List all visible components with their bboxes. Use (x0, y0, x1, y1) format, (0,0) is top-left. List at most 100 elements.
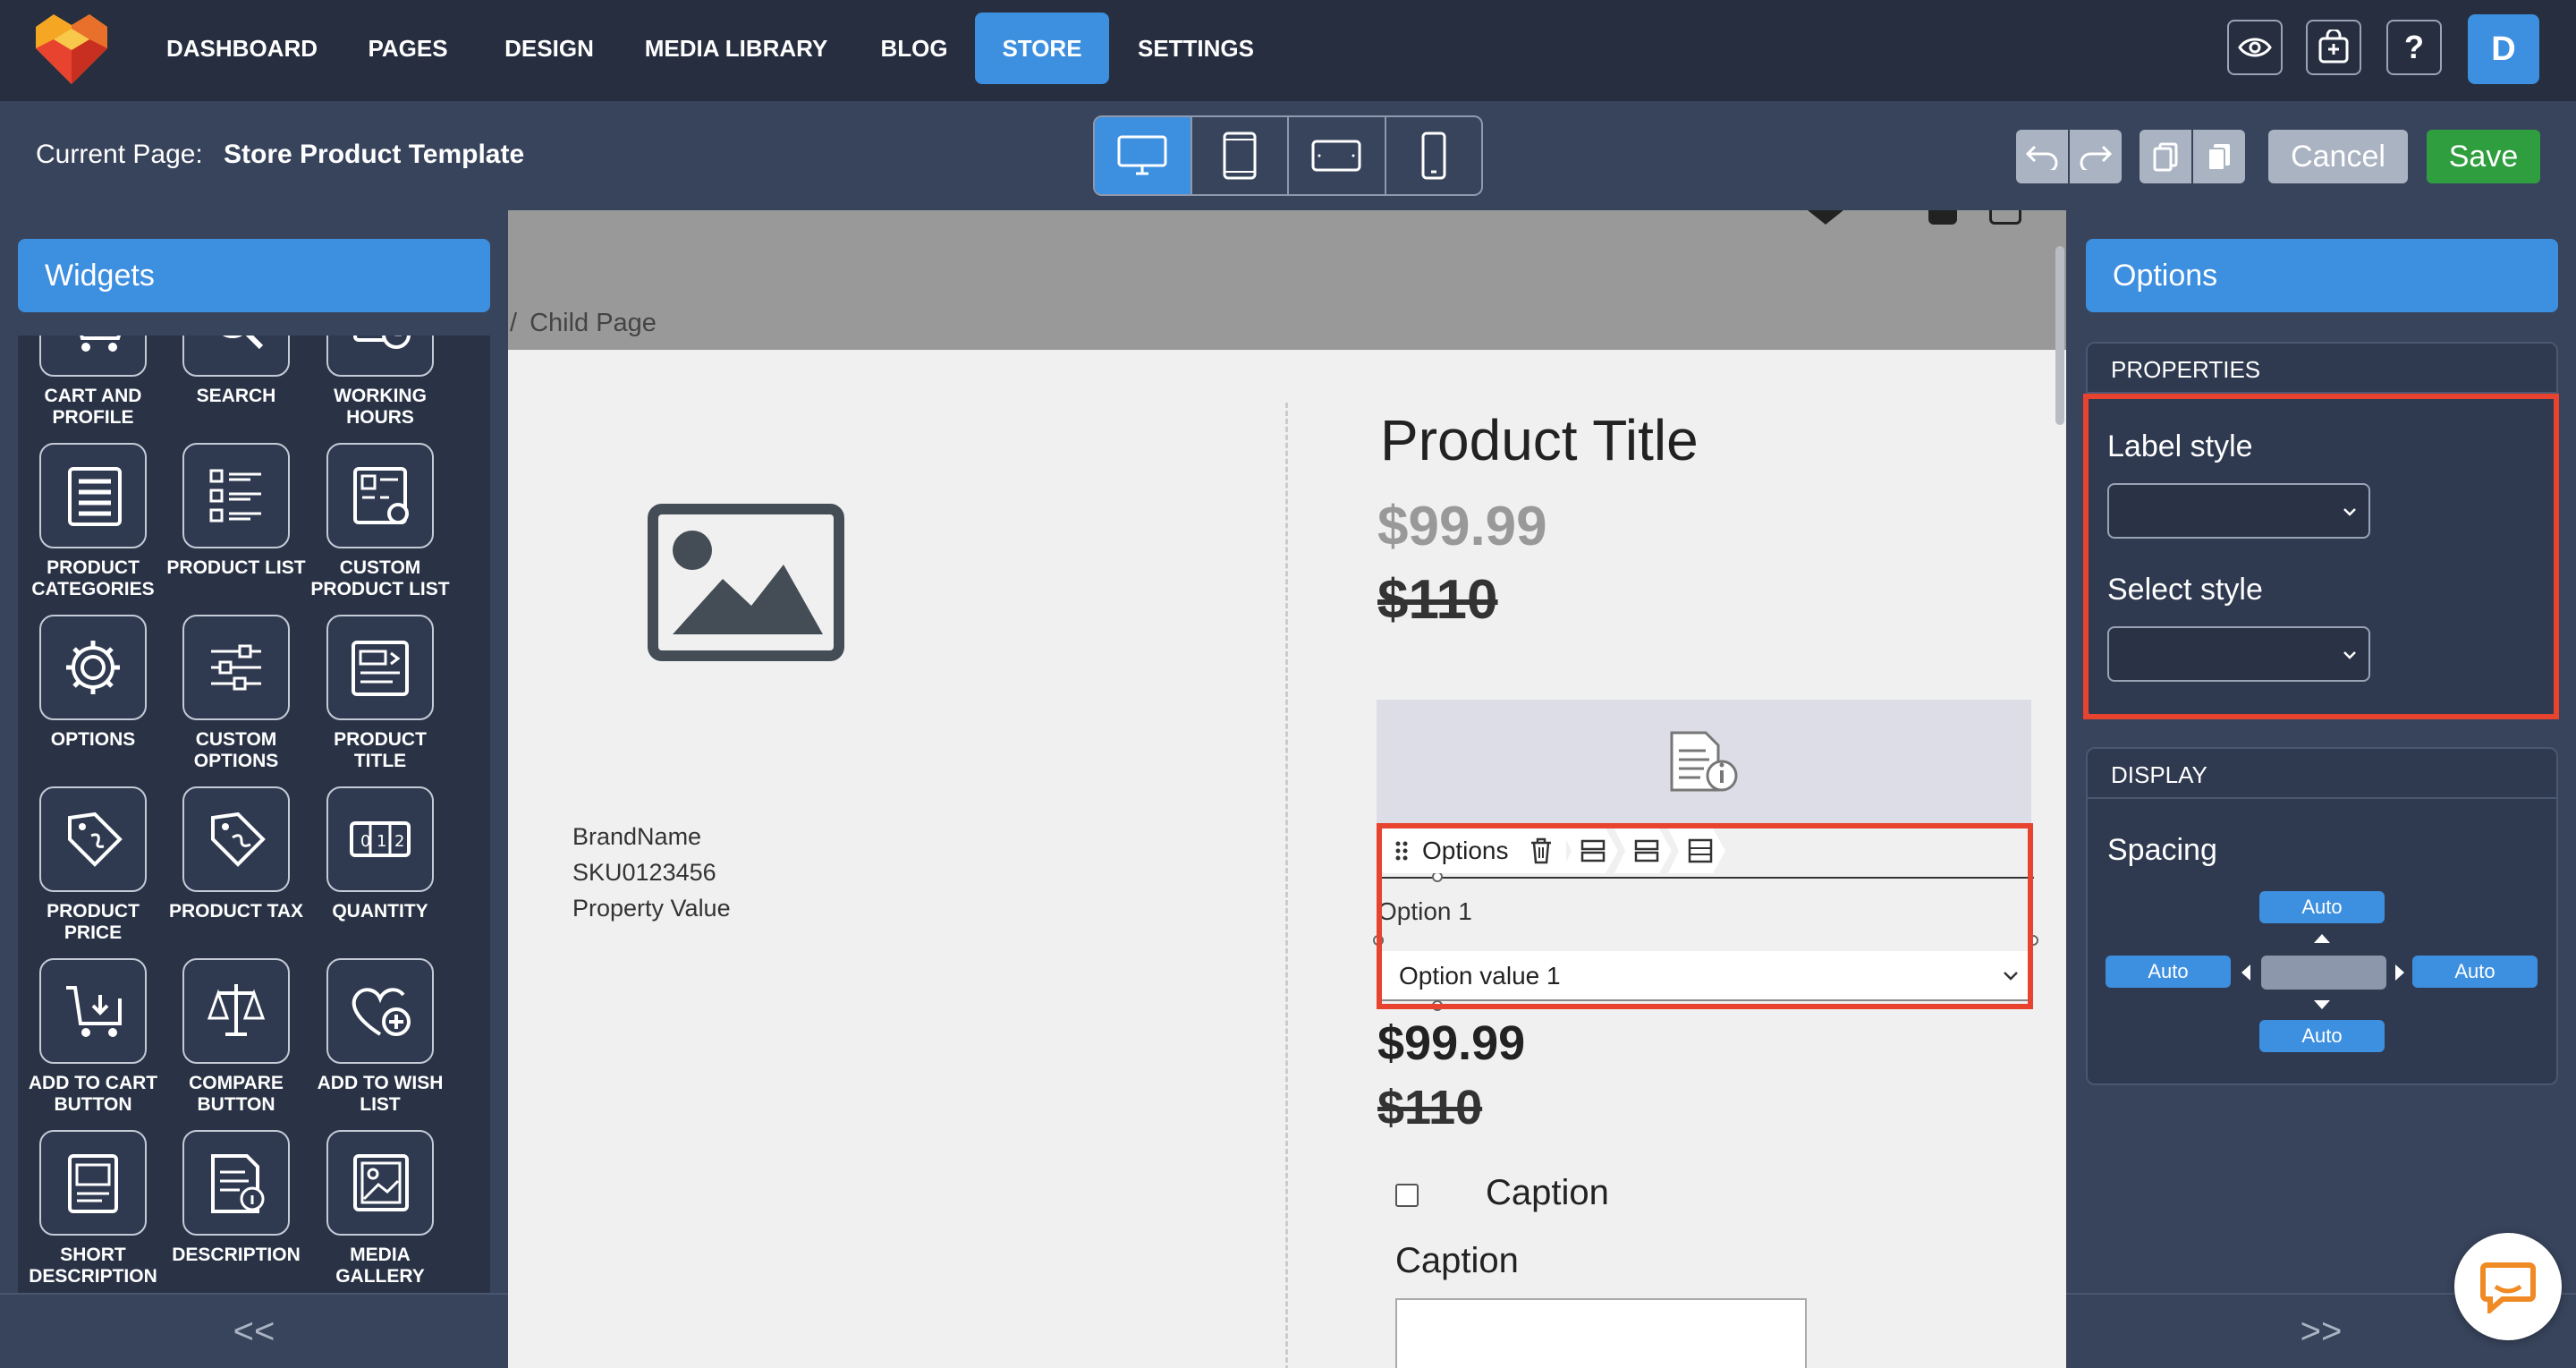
paste-icon (2207, 144, 2230, 171)
mobile-view-button[interactable] (1386, 117, 1482, 194)
widget-label: SEARCH (196, 386, 276, 406)
triangle-left-icon (2241, 964, 2250, 981)
description-widget[interactable] (1377, 700, 2031, 823)
save-button[interactable]: Save (2427, 130, 2540, 183)
clock-icon (326, 336, 434, 377)
spacing-right-input[interactable]: Auto (2412, 956, 2538, 988)
chat-button[interactable] (2454, 1233, 2562, 1340)
heart-plus-icon (326, 958, 434, 1064)
avatar[interactable]: D (2468, 14, 2539, 84)
widgets-panel: Widgets CART AND PROFILE SEARCH WORKING HO… (0, 210, 508, 1368)
cancel-button[interactable]: Cancel (2268, 130, 2408, 183)
widget-product-list[interactable]: PRODUCT LIST (165, 443, 308, 579)
widget-label: OPTIONS (50, 729, 136, 750)
image-placeholder-icon[interactable] (648, 504, 844, 661)
widget-label: ADD TO CART BUTTON (28, 1073, 158, 1115)
selected-options-widget-highlight (1377, 823, 2033, 1009)
widget-label: ADD TO WISH LIST (317, 1073, 444, 1115)
undo-icon (2025, 145, 2058, 170)
widget-cart-and-profile[interactable]: CART AND PROFILE (21, 336, 165, 429)
spacing-bottom-input[interactable]: Auto (2259, 1020, 2385, 1052)
nav-dashboard[interactable]: DASHBOARD (166, 13, 318, 84)
copy-button[interactable] (2140, 130, 2191, 183)
widget-description[interactable]: DESCRIPTION (165, 1130, 308, 1266)
redo-button[interactable] (2070, 130, 2122, 183)
widget-custom-product-list[interactable]: CUSTOM PRODUCT LIST (309, 443, 452, 600)
copy-icon (2153, 142, 2178, 172)
widget-working-hours[interactable]: WORKING HOURS (309, 336, 452, 429)
column-divider (1285, 403, 1288, 1368)
nav-pages[interactable]: PAGES (361, 13, 454, 84)
widget-product-tax[interactable]: PRODUCT TAX (165, 786, 308, 922)
brand-name: BrandName (572, 823, 702, 850)
widget-custom-options[interactable]: CUSTOM OPTIONS (165, 615, 308, 772)
canvas-scrollbar[interactable] (2055, 246, 2064, 425)
sliders-icon (182, 615, 290, 720)
product-title[interactable]: Product Title (1380, 407, 1699, 473)
widget-search[interactable]: SEARCH (165, 336, 308, 407)
logo-icon[interactable] (34, 13, 109, 86)
nav-design[interactable]: DESIGN (497, 13, 601, 84)
current-page-label: Current Page: (36, 140, 203, 169)
widget-add-to-cart-button[interactable]: ADD TO CART BUTTON (21, 958, 165, 1116)
tablet-view-button[interactable] (1192, 117, 1289, 194)
title-icon (326, 615, 434, 720)
tablet-landscape-view-button[interactable] (1289, 117, 1386, 194)
collapse-left-panel-button[interactable]: << (0, 1293, 508, 1368)
preview-eye-icon[interactable] (2227, 20, 2283, 75)
top-navigation: DASHBOARD PAGES DESIGN MEDIA LIBRARY BLO… (0, 0, 2576, 101)
spacing-top-input[interactable]: Auto (2259, 891, 2385, 923)
widget-add-to-wish-list[interactable]: ADD TO WISH LIST (309, 958, 452, 1116)
doc-info-icon (182, 1130, 290, 1236)
cart-icon (39, 336, 147, 377)
sku: SKU0123456 (572, 859, 716, 886)
desktop-view-button[interactable] (1095, 117, 1192, 194)
paste-button[interactable] (2193, 130, 2245, 183)
caption-field-label: Caption (1395, 1241, 1519, 1280)
widget-label: WORKING HOURS (334, 386, 427, 428)
widget-label: PRODUCT TITLE (334, 729, 427, 771)
canvas-header-area: / Child Page (508, 210, 2066, 350)
caption-checkbox[interactable] (1395, 1184, 1419, 1207)
widget-label: QUANTITY (332, 901, 428, 922)
spacing-left-input[interactable]: Auto (2106, 956, 2231, 988)
breadcrumb-child-page[interactable]: Child Page (530, 309, 657, 337)
widget-compare-button[interactable]: COMPARE BUTTON (165, 958, 308, 1116)
product-old-price[interactable]: $110 (1377, 568, 1498, 632)
spacing-label: Spacing (2107, 833, 2217, 867)
nav-blog[interactable]: BLOG (873, 13, 955, 84)
widget-product-title[interactable]: PRODUCT TITLE (309, 615, 452, 772)
header-bag-icon (1928, 210, 1957, 225)
product-old-price-2[interactable]: $110 (1377, 1080, 1482, 1135)
tablet-landscape-icon (1311, 140, 1361, 172)
nav-media-library[interactable]: MEDIA LIBRARY (644, 13, 828, 84)
quantity-icon: 012 (326, 786, 434, 892)
undo-button[interactable] (2016, 130, 2068, 183)
nav-store[interactable]: STORE (975, 13, 1109, 84)
svg-text:1: 1 (377, 832, 386, 851)
help-icon[interactable]: ? (2386, 20, 2442, 75)
store-bag-icon[interactable] (2306, 20, 2361, 75)
page-canvas: / Child Page BrandName SKU0123456 Propert… (508, 210, 2066, 1368)
widget-quantity[interactable]: 0 1 2 QUANTITY (309, 786, 452, 922)
widget-product-price[interactable]: PRODUCT PRICE (21, 786, 165, 944)
widget-short-description[interactable]: SHORT DESCRIPTION (21, 1130, 165, 1287)
widget-product-categories[interactable]: PRODUCT CATEGORIES (21, 443, 165, 600)
custom-list-icon (326, 443, 434, 548)
svg-text:0: 0 (360, 832, 370, 851)
gear-icon (39, 615, 147, 720)
widget-options[interactable]: OPTIONS (21, 615, 165, 751)
triangle-right-icon (2395, 964, 2404, 981)
mobile-icon (1421, 132, 1446, 180)
widget-media-gallery[interactable]: MEDIA GALLERY (309, 1130, 452, 1287)
nav-settings[interactable]: SETTINGS (1132, 13, 1259, 84)
product-price-2[interactable]: $99.99 (1377, 1015, 1525, 1071)
widget-label: PRODUCT TAX (168, 901, 304, 922)
caption-input[interactable] (1395, 1298, 1807, 1368)
spacing-preview-box (2261, 956, 2386, 990)
tablet-icon (1223, 132, 1257, 180)
doc-info-icon (1670, 731, 1738, 792)
editor-toolbar: Current Page: Store Product Template Can… (0, 101, 2576, 210)
product-price[interactable]: $99.99 (1377, 495, 1547, 558)
widget-label: COMPARE BUTTON (189, 1073, 284, 1115)
